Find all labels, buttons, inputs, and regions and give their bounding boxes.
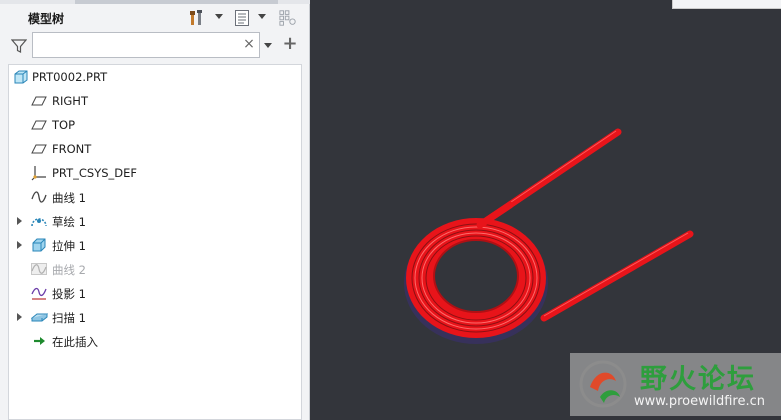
csys-icon — [31, 165, 48, 181]
settings-dropdown-caret[interactable] — [215, 14, 223, 19]
watermark-title: 野火论坛 — [640, 364, 756, 395]
tree-item-label: 投影 1 — [52, 287, 86, 301]
filter-icon[interactable] — [10, 38, 28, 54]
forum-watermark: 野火论坛 www.proewildfire.cn — [570, 353, 781, 416]
tree-item-label: PRT_CSYS_DEF — [52, 166, 138, 180]
tree-item-projection-1[interactable]: 投影 1 — [9, 282, 301, 304]
tree-item-label: 曲线 1 — [52, 191, 86, 205]
tree-item-right[interactable]: RIGHT — [9, 90, 301, 112]
clear-search-button[interactable]: × — [242, 36, 256, 52]
search-options-caret[interactable] — [264, 43, 272, 48]
panel-title: 模型树 — [28, 12, 65, 26]
panel-header: 模型树 — [0, 4, 310, 30]
tree-item-label: 在此插入 — [52, 335, 98, 349]
tree-item-curve-2[interactable]: 曲线 2 — [9, 258, 301, 280]
settings-tools-icon[interactable] — [188, 9, 206, 27]
tree-filter-grid-icon[interactable] — [279, 9, 297, 27]
forum-logo-icon — [579, 360, 627, 408]
watermark-url: www.proewildfire.cn — [634, 394, 765, 409]
tree-item-csys[interactable]: PRT_CSYS_DEF — [9, 162, 301, 184]
tree-item-label: 草绘 1 — [52, 215, 86, 229]
tree-item-curve-1[interactable]: 曲线 1 — [9, 186, 301, 208]
datum-plane-icon — [31, 93, 48, 109]
show-dropdown-caret[interactable] — [258, 14, 266, 19]
spring-leg-lower — [540, 230, 694, 322]
graphics-viewport[interactable]: 野火论坛 www.proewildfire.cn — [310, 0, 781, 420]
tree-item-label: 拉伸 1 — [52, 239, 86, 253]
tree-item-insert-here[interactable]: 在此插入 — [9, 330, 301, 352]
expand-arrow-icon[interactable] — [17, 217, 22, 225]
tree-item-top[interactable]: TOP — [9, 114, 301, 136]
extrude-icon — [31, 237, 48, 253]
expand-arrow-icon[interactable] — [17, 241, 22, 249]
expand-arrow-icon[interactable] — [17, 313, 22, 321]
tree-item-label: 曲线 2 — [52, 263, 86, 277]
tree-item-label: 扫描 1 — [52, 311, 86, 325]
tree-item-label: FRONT — [52, 142, 92, 156]
datum-plane-icon — [31, 117, 48, 133]
tree-item-part[interactable]: PRT0002.PRT — [9, 66, 301, 88]
spring-coil — [404, 201, 548, 344]
curve-icon — [31, 189, 48, 205]
add-column-button[interactable]: + — [282, 34, 298, 54]
tree-item-label: RIGHT — [52, 94, 88, 108]
tree-item-front[interactable]: FRONT — [9, 138, 301, 160]
sketch-icon — [31, 213, 48, 229]
tree-item-sweep-1[interactable]: 扫描 1 — [9, 306, 301, 328]
tree-item-sketch-1[interactable]: 草绘 1 — [9, 210, 301, 232]
show-list-icon[interactable] — [233, 9, 251, 27]
tree-item-label: PRT0002.PRT — [32, 70, 108, 84]
insert-here-icon — [31, 333, 48, 349]
part-icon — [13, 69, 30, 85]
model-tree: PRT0002.PRT RIGHT TOP FRONT PRT_CSYS_DEF — [8, 64, 302, 420]
tree-item-label: TOP — [52, 118, 76, 132]
tree-item-extrude-1[interactable]: 拉伸 1 — [9, 234, 301, 256]
search-input[interactable] — [32, 32, 260, 58]
curve-icon — [31, 261, 48, 277]
projection-icon — [31, 285, 48, 301]
model-tree-panel: 模型树 × + PRT0002.PRT RIGHT TOP FRONT PRT_… — [0, 0, 310, 420]
filter-row: × + — [0, 32, 310, 60]
sweep-icon — [30, 309, 49, 325]
datum-plane-icon — [31, 141, 48, 157]
